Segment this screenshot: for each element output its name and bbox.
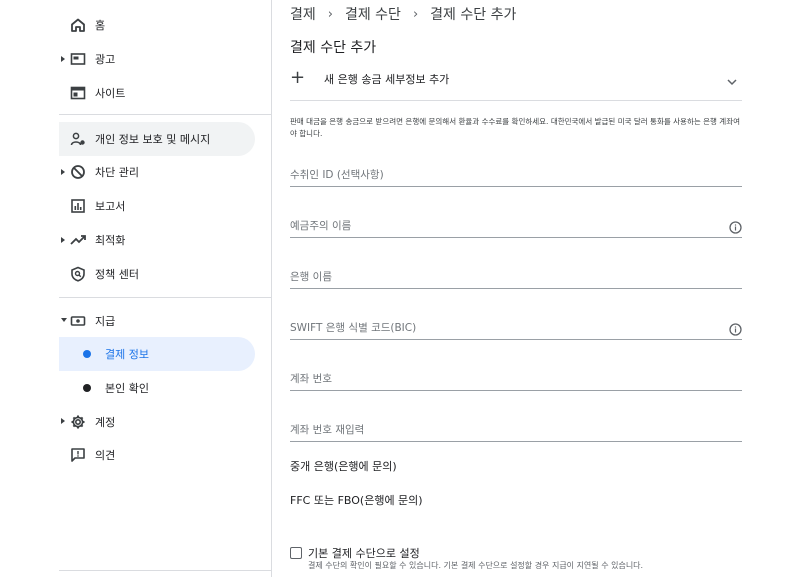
divider xyxy=(59,297,272,298)
sidebar-item-label: 최적화 xyxy=(95,234,126,247)
home-icon xyxy=(69,16,87,34)
payments-icon xyxy=(69,312,87,330)
checkbox-label[interactable]: 기본 결제 수단으로 설정 xyxy=(308,545,420,561)
sidebar-item-policy-center[interactable]: 정책 센터 xyxy=(59,257,255,291)
optimization-icon xyxy=(69,231,87,249)
expander-label: 새 은행 송금 세부정보 추가 xyxy=(324,73,450,86)
sidebar-item-label: 의견 xyxy=(95,449,116,462)
sidebar-item-label: 계정 xyxy=(95,416,116,429)
sidebar-item-account[interactable]: 계정 xyxy=(59,405,255,439)
account-number-confirm-field xyxy=(290,420,742,442)
sidebar-item-payments[interactable]: 지급 xyxy=(59,304,255,338)
bullet-dot xyxy=(83,350,91,358)
sidebar-item-home[interactable]: 홈 xyxy=(59,8,255,42)
sidebar-item-label: 지급 xyxy=(95,315,116,328)
breadcrumb-item-payment-methods[interactable]: 결제 수단 xyxy=(345,4,401,24)
sidebar-item-privacy[interactable]: 개인 정보 보호 및 메시지 xyxy=(59,122,255,156)
default-payment-checkbox[interactable] xyxy=(290,547,302,559)
reports-icon xyxy=(69,197,87,215)
sidebar-item-label: 차단 관리 xyxy=(95,166,139,179)
sidebar-item-label: 정책 센터 xyxy=(95,268,139,281)
ffc-fbo-link[interactable]: FFC 또는 FBO(은행에 문의) xyxy=(290,492,423,508)
bank-name-input[interactable] xyxy=(290,267,720,287)
swift-code-input[interactable] xyxy=(290,318,720,338)
add-bank-transfer-expander[interactable]: + 새 은행 송금 세부정보 추가 xyxy=(290,60,742,101)
breadcrumb-item-payments[interactable]: 결제 xyxy=(290,4,316,24)
sidebar-item-block-controls[interactable]: 차단 관리 xyxy=(59,155,255,189)
sites-icon xyxy=(69,84,87,102)
feedback-icon xyxy=(69,446,87,464)
swift-code-field xyxy=(290,318,742,340)
sidebar-item-ads[interactable]: 광고 xyxy=(59,42,255,76)
plus-icon: + xyxy=(290,67,306,88)
sidebar-item-label: 사이트 xyxy=(95,87,126,100)
block-icon xyxy=(69,163,87,181)
sidebar-item-feedback[interactable]: 의견 xyxy=(59,438,255,472)
divider xyxy=(59,570,272,571)
sidebar-item-sites[interactable]: 사이트 xyxy=(59,76,255,110)
account-number-input[interactable] xyxy=(290,369,720,389)
sidebar-item-label: 광고 xyxy=(95,53,116,66)
sidebar-item-identity-verification[interactable]: 본인 확인 xyxy=(59,371,255,405)
sidebar: 홈 광고 사이트 개인 정보 보호 및 메시지 차단 관리 보고서 최적화 정책… xyxy=(0,0,272,577)
recipient-id-field xyxy=(290,165,742,187)
ads-icon xyxy=(69,50,87,68)
page-title: 결제 수단 추가 xyxy=(290,40,377,56)
sidebar-item-reports[interactable]: 보고서 xyxy=(59,189,255,223)
privacy-icon xyxy=(69,130,87,148)
sidebar-item-label: 보고서 xyxy=(95,200,126,213)
chevron-down-icon xyxy=(726,73,738,92)
account-holder-field xyxy=(290,216,742,238)
divider xyxy=(59,114,272,115)
sidebar-item-label: 개인 정보 보호 및 메시지 xyxy=(95,133,211,146)
intermediary-bank-link[interactable]: 중개 은행(은행에 문의) xyxy=(290,458,397,474)
info-icon[interactable] xyxy=(729,321,742,336)
checkbox-help-text: 결제 수단의 확인이 필요할 수 있습니다. 기본 결제 수단으로 설정할 경우… xyxy=(308,561,644,570)
sidebar-item-label: 결제 정보 xyxy=(105,348,149,361)
breadcrumb-item-add-payment-method: 결제 수단 추가 xyxy=(430,7,517,23)
breadcrumb: 결제 › 결제 수단 › 결제 수단 추가 xyxy=(290,4,516,24)
policy-icon xyxy=(69,265,87,283)
gear-icon xyxy=(69,413,87,431)
recipient-id-input[interactable] xyxy=(290,165,720,185)
breadcrumb-separator-icon: › xyxy=(327,6,333,22)
bullet-dot xyxy=(83,384,91,392)
info-icon[interactable] xyxy=(729,219,742,234)
sidebar-item-label: 홈 xyxy=(95,19,106,32)
breadcrumb-separator-icon: › xyxy=(412,6,419,22)
sidebar-item-label: 본인 확인 xyxy=(105,382,149,395)
main-content: 결제 › 결제 수단 › 결제 수단 추가 결제 수단 추가 + 새 은행 송금… xyxy=(273,0,800,577)
bank-name-field xyxy=(290,267,742,289)
bank-transfer-info-text: 판매 대금을 은행 송금으로 받으려면 은행에 문의해서 환율과 수수료를 확인… xyxy=(290,117,741,138)
account-number-field xyxy=(290,369,742,391)
sidebar-item-optimization[interactable]: 최적화 xyxy=(59,223,255,257)
account-holder-input[interactable] xyxy=(290,216,720,236)
sidebar-item-payment-info[interactable]: 결제 정보 xyxy=(59,337,255,371)
account-number-confirm-input[interactable] xyxy=(290,420,720,440)
